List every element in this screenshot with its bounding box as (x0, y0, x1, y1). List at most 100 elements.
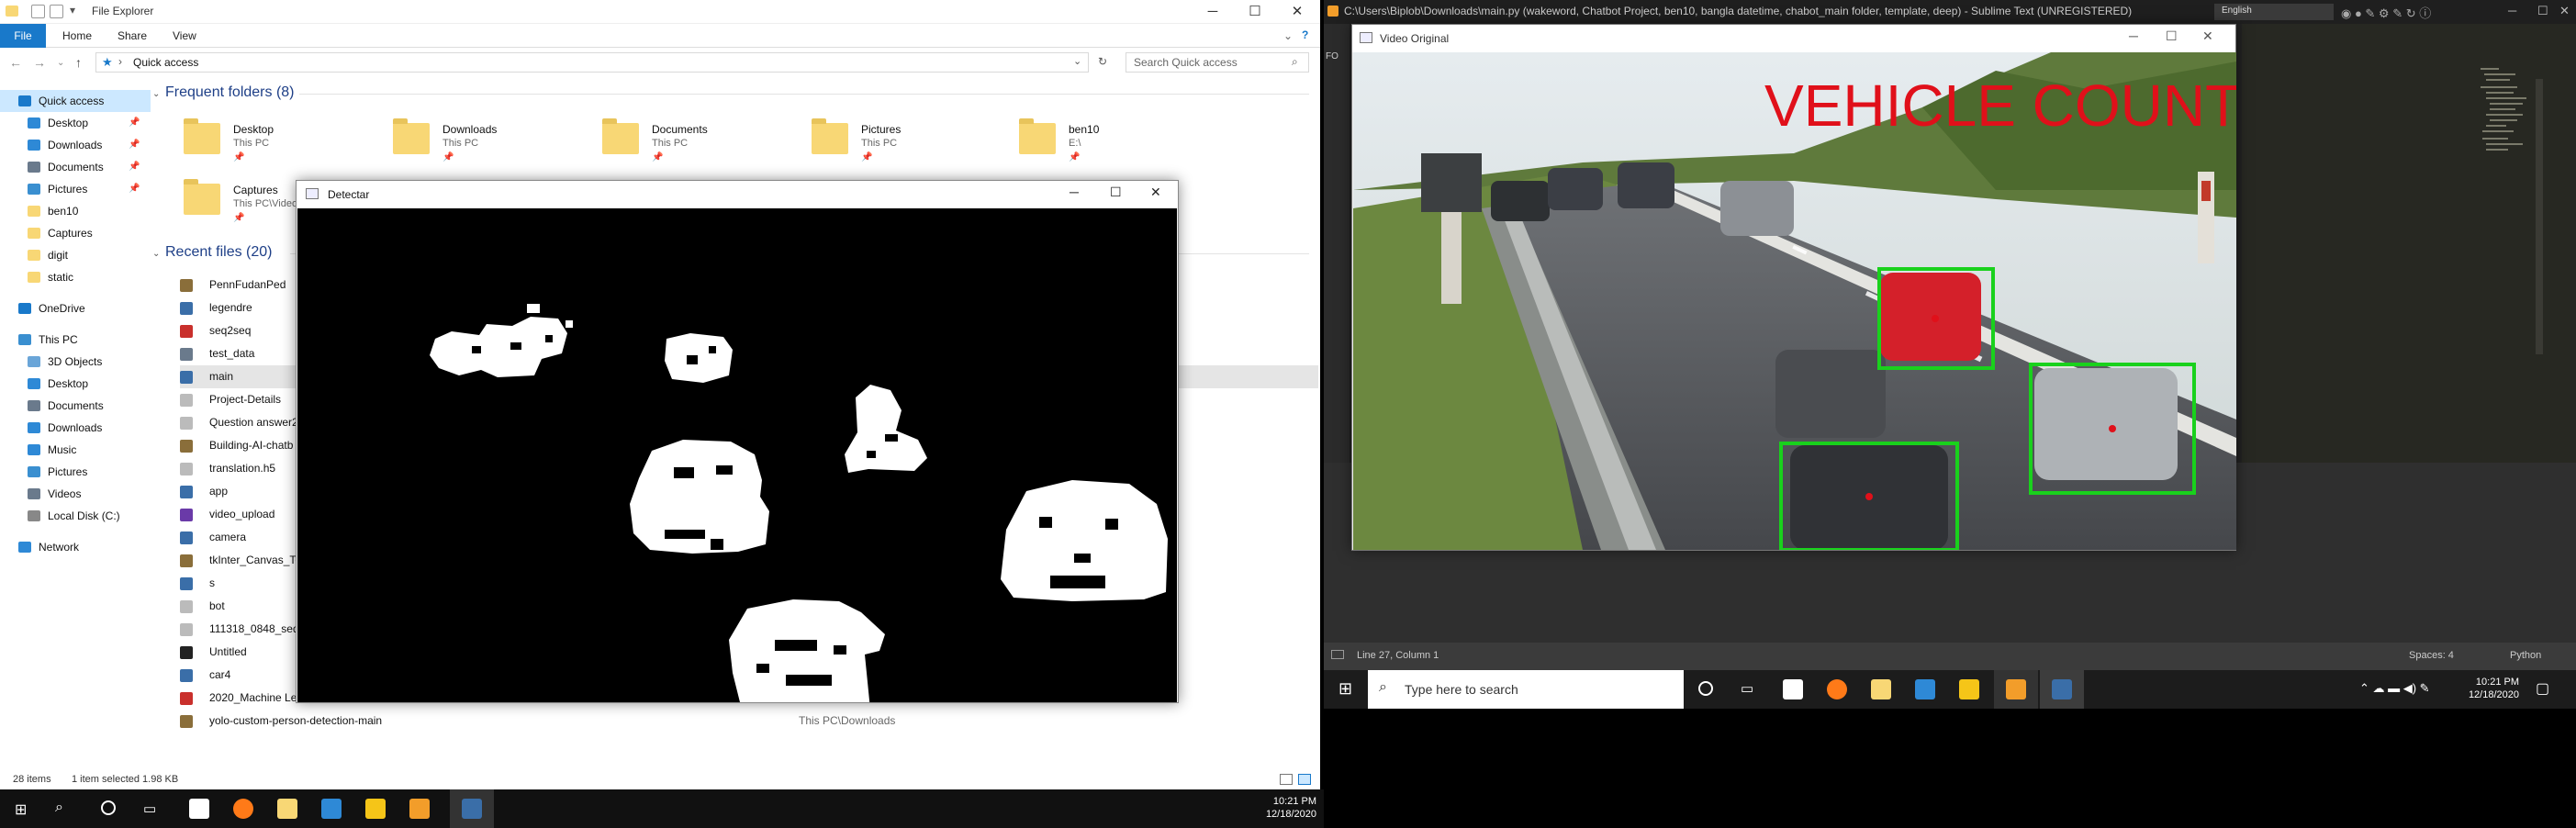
nav-item[interactable]: Desktop 📌 (0, 112, 151, 134)
recent-file-row[interactable]: yolo-custom-person-detection-main This PC… (180, 710, 1318, 733)
frequent-folder-tile[interactable]: Downloads This PC 📌 (393, 117, 586, 169)
sticky-notes-icon[interactable] (1959, 679, 1979, 699)
tab-file[interactable]: File (0, 24, 46, 48)
sublime-taskbar-button[interactable] (1994, 670, 2038, 709)
nav-item[interactable]: Network (0, 536, 151, 558)
nav-item[interactable]: Videos (0, 483, 151, 505)
maximize-button[interactable]: ☐ (1110, 185, 1122, 200)
sublime-title-bar[interactable]: C:\Users\Biplob\Downloads\main.py (wakew… (1324, 0, 2576, 24)
file-icon[interactable] (189, 799, 209, 819)
language-toolbar[interactable]: English (2214, 4, 2334, 20)
collapse-chevron-icon[interactable]: ⌄ (152, 89, 160, 99)
nav-item[interactable]: Desktop (0, 373, 151, 395)
tab-view[interactable]: View (173, 29, 196, 42)
nav-item[interactable]: Quick access (0, 90, 151, 112)
cortana-icon[interactable] (101, 800, 116, 815)
address-dropdown-icon[interactable]: ⌄ (1073, 55, 1081, 67)
tray-icons[interactable]: ⌃ ☁ ▬ ◀) ✎ (2359, 681, 2430, 696)
nav-item[interactable]: static (0, 266, 151, 288)
nav-item[interactable]: Documents (0, 395, 151, 417)
sublime-text-icon[interactable] (409, 799, 430, 819)
search-field[interactable]: Search Quick access ⌕ (1126, 52, 1309, 73)
close-button[interactable]: ✕ (1276, 0, 1318, 24)
sticky-notes-icon[interactable] (365, 799, 386, 819)
frequent-folders-header[interactable]: Frequent folders (8) (165, 84, 295, 101)
expand-ribbon-icon[interactable]: ⌄ (1283, 29, 1293, 42)
nav-item[interactable]: Downloads (0, 417, 151, 439)
close-button[interactable]: ✕ (2559, 4, 2570, 18)
windows-start-icon[interactable]: ⊞ (1338, 679, 1352, 699)
app-icon[interactable] (1915, 679, 1935, 699)
indentation-setting[interactable]: Spaces: 4 (2409, 650, 2454, 661)
syntax-setting[interactable]: Python (2510, 650, 2541, 661)
search-icon[interactable]: ⌕ (55, 800, 63, 816)
nav-item[interactable]: 3D Objects (0, 351, 151, 373)
python-taskbar-button[interactable] (450, 789, 494, 828)
recent-files-header[interactable]: Recent files (20) (165, 244, 273, 261)
minimize-button[interactable]: ─ (1192, 0, 1234, 24)
frequent-folder-tile[interactable]: Pictures This PC 📌 (812, 117, 1004, 169)
tab-share[interactable]: Share (118, 29, 147, 42)
up-arrow-icon[interactable]: ↑ (75, 55, 82, 70)
collapse-chevron-icon[interactable]: ⌄ (152, 249, 160, 259)
nav-item-label: Network (39, 541, 80, 554)
file-icon[interactable] (1783, 679, 1803, 699)
nav-item[interactable]: digit (0, 244, 151, 266)
nav-item[interactable]: Pictures (0, 461, 151, 483)
minimize-button[interactable]: ─ (1070, 185, 1079, 199)
firefox-icon[interactable] (233, 799, 253, 819)
task-view-icon[interactable]: ▭ (143, 800, 156, 817)
firefox-icon[interactable] (1827, 679, 1847, 699)
tab-home[interactable]: Home (62, 29, 92, 42)
details-view-icon[interactable] (1280, 774, 1293, 785)
editor-area[interactable] (2242, 24, 2576, 463)
python-taskbar-button[interactable] (2040, 670, 2084, 709)
customize-toolbar-icon[interactable]: ▾ (70, 4, 75, 17)
frequent-folder-tile[interactable]: Desktop This PC 📌 (184, 117, 376, 169)
search-icon[interactable]: ⌕ (1292, 55, 1298, 69)
minimize-button[interactable]: ─ (2508, 4, 2516, 17)
frequent-folder-tile[interactable]: ben10 E:\ 📌 (1019, 117, 1212, 169)
frequent-folder-tile[interactable]: Documents This PC 📌 (602, 117, 795, 169)
file-explorer-icon[interactable] (1871, 679, 1891, 699)
taskbar-clock[interactable]: 10:21 PM 12/18/2020 (2442, 676, 2519, 701)
file-explorer-icon[interactable] (277, 799, 297, 819)
maximize-button[interactable]: ☐ (2166, 28, 2178, 44)
maximize-button[interactable]: ☐ (2537, 4, 2548, 18)
nav-item[interactable]: Captures (0, 222, 151, 244)
nav-item[interactable]: Downloads 📌 (0, 134, 151, 156)
cortana-icon[interactable] (1698, 681, 1713, 696)
recent-locations-icon[interactable]: ⌄ (57, 58, 64, 68)
toolbar-icons[interactable]: ◉ ● ✎ ⚙ ✎ ↻ ⓘ (2341, 4, 2431, 21)
windows-start-icon[interactable]: ⊞ (15, 800, 27, 819)
nav-item[interactable]: Local Disk (C:) (0, 505, 151, 527)
new-folder-icon[interactable] (50, 5, 63, 18)
nav-item[interactable]: Documents 📌 (0, 156, 151, 178)
notification-icon[interactable]: ▢ (2536, 679, 2549, 698)
properties-icon[interactable] (31, 5, 45, 18)
task-view-icon[interactable]: ▭ (1741, 680, 1753, 697)
close-button[interactable]: ✕ (1150, 185, 1161, 200)
sidebar-folders[interactable]: FO (1324, 24, 1350, 463)
refresh-icon[interactable]: ↻ (1098, 55, 1107, 68)
detectar-title-bar[interactable]: Detectar ─ ☐ ✕ (297, 181, 1178, 208)
minimize-button[interactable]: ─ (2129, 28, 2138, 43)
close-button[interactable]: ✕ (2202, 28, 2213, 44)
panel-toggle-icon[interactable] (1331, 650, 1344, 659)
video-title-bar[interactable]: Video Original ─ ☐ ✕ (1352, 25, 2235, 52)
large-icons-view-icon[interactable] (1298, 774, 1311, 785)
nav-item[interactable]: Music (0, 439, 151, 461)
nav-item[interactable]: ben10 (0, 200, 151, 222)
taskbar-clock[interactable]: 10:21 PM 12/18/2020 (1239, 795, 1316, 821)
help-icon[interactable]: ? (1302, 28, 1308, 41)
address-field[interactable]: ★ › Quick access ⌄ (95, 52, 1089, 73)
maximize-button[interactable]: ☐ (1234, 0, 1276, 24)
nav-item[interactable]: Pictures 📌 (0, 178, 151, 200)
app-icon[interactable] (321, 799, 342, 819)
explorer-title-bar[interactable]: ▾ File Explorer ─ ☐ ✕ (0, 0, 1320, 24)
nav-item[interactable]: OneDrive (0, 297, 151, 319)
taskbar-search-field[interactable]: ⌕ Type here to search (1368, 670, 1684, 709)
forward-arrow-icon[interactable]: → (33, 55, 46, 70)
nav-item[interactable]: This PC (0, 329, 151, 351)
back-arrow-icon[interactable]: ← (9, 55, 22, 70)
